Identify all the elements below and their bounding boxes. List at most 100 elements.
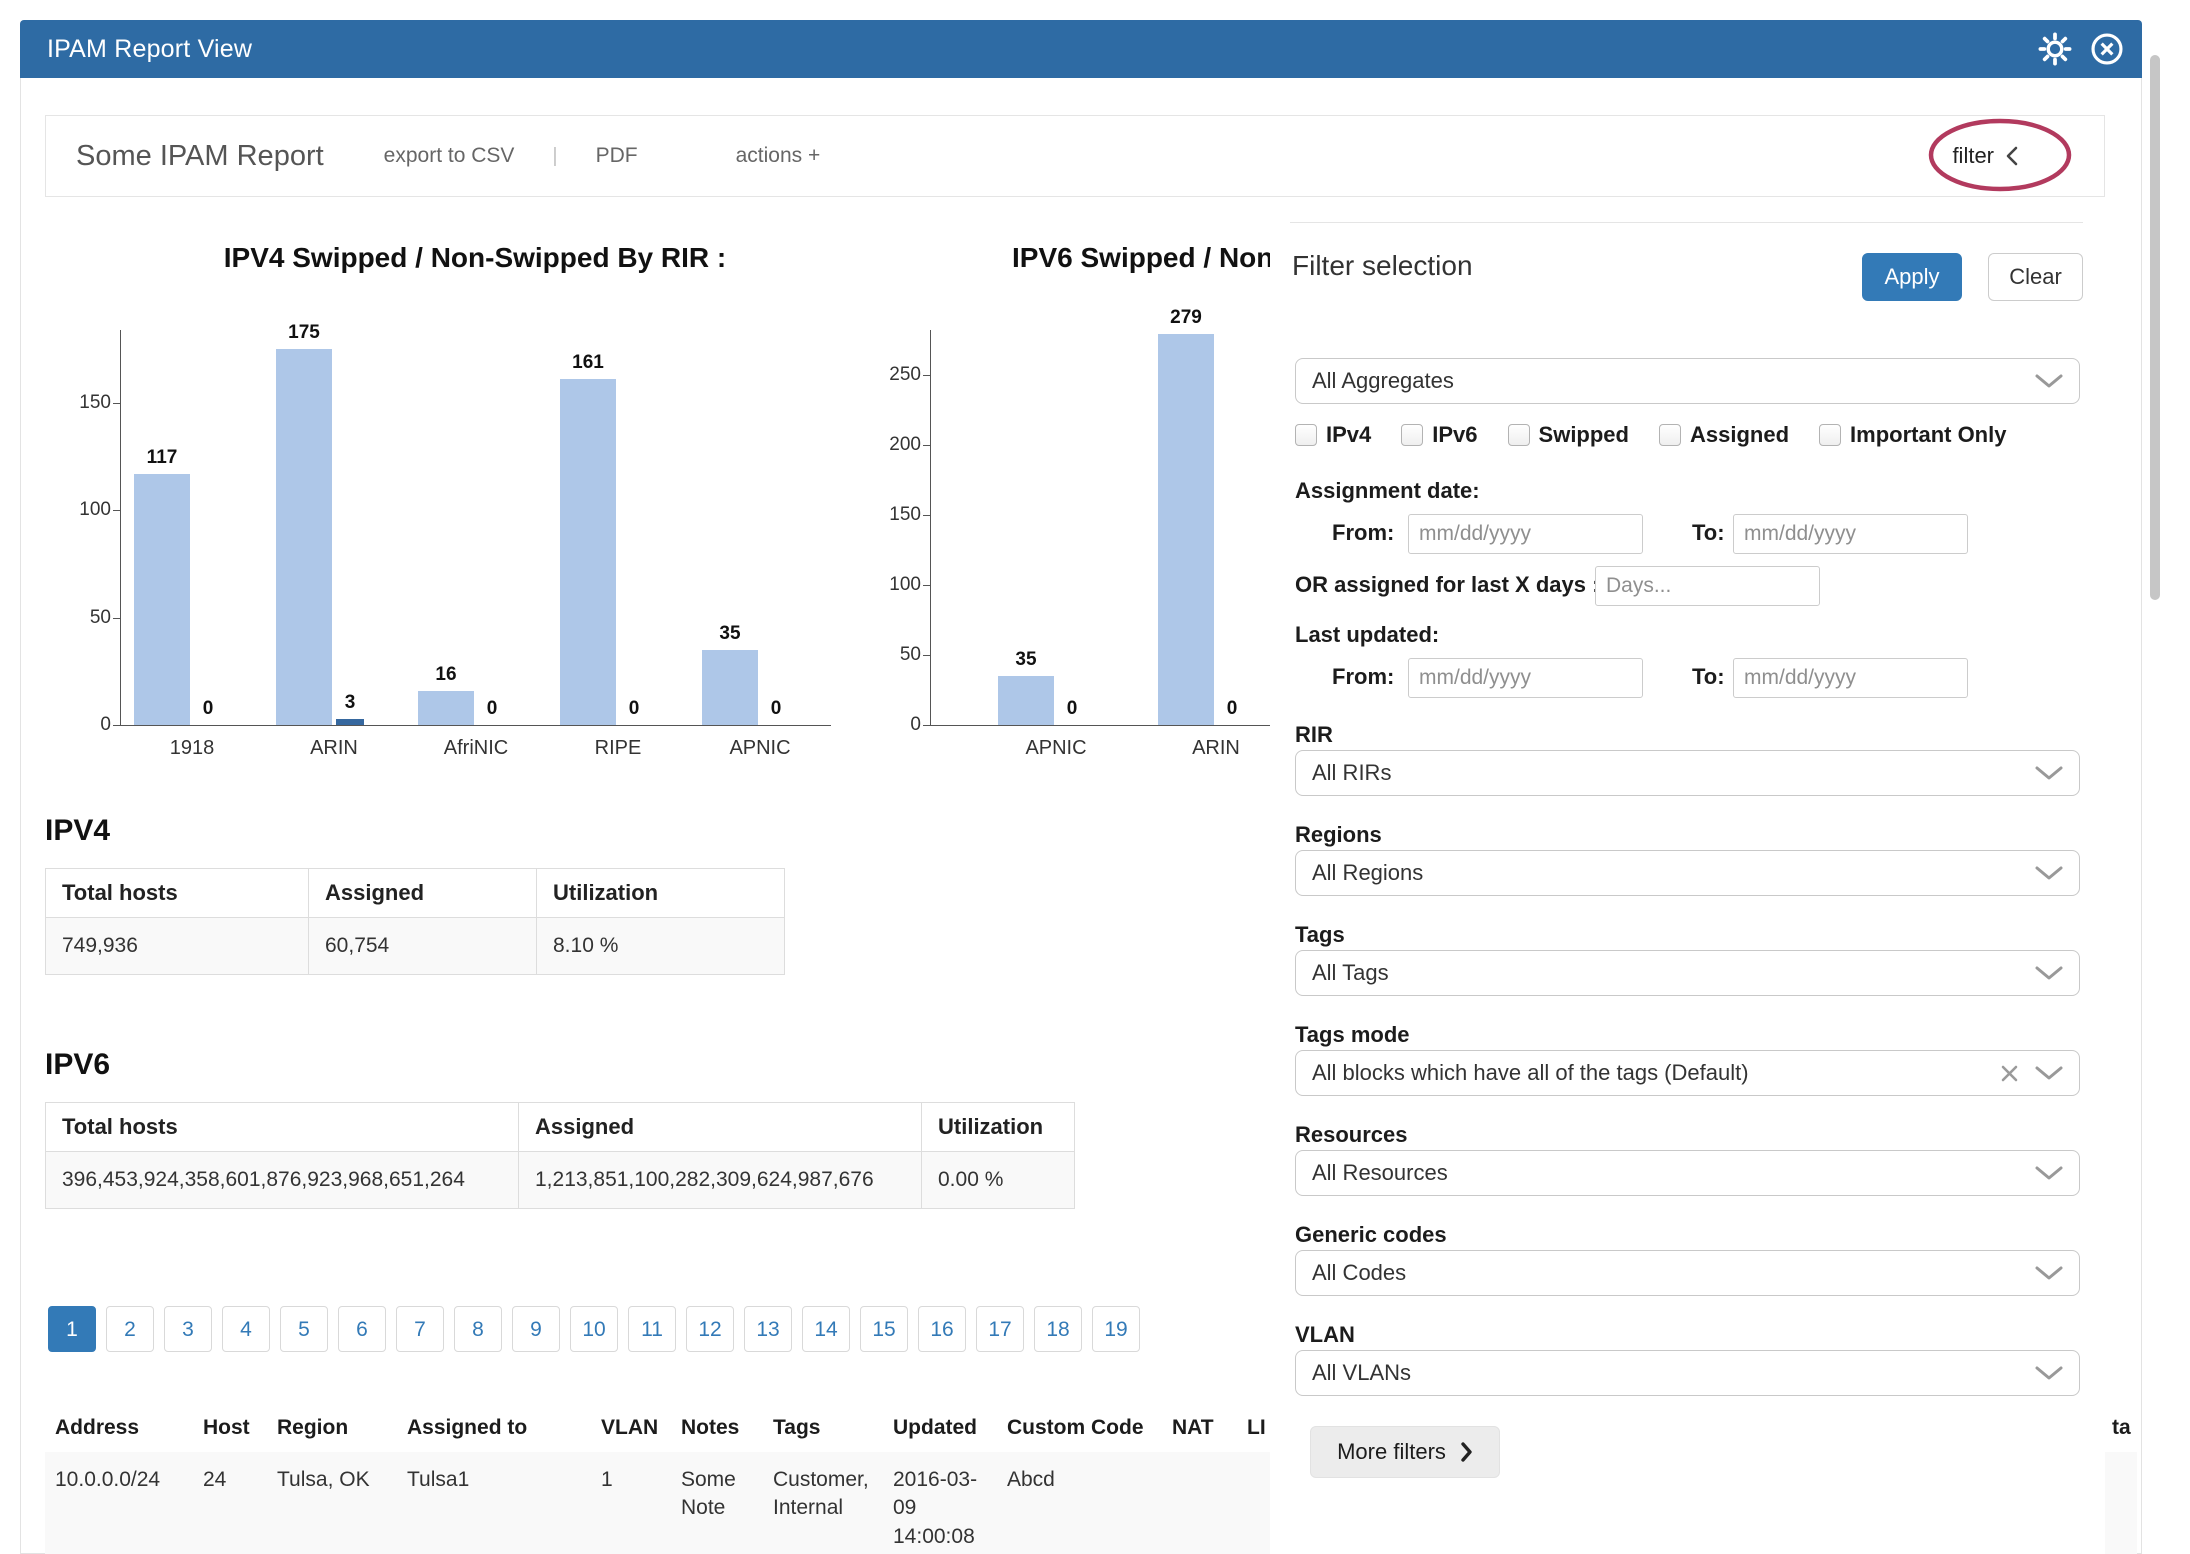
page-17[interactable]: 17 xyxy=(976,1306,1024,1352)
ipv4-chart: IPV4 Swipped / Non-Swipped By RIR :05010… xyxy=(60,238,920,798)
checkbox-ipv4[interactable]: IPv4 xyxy=(1295,422,1371,448)
page-11[interactable]: 11 xyxy=(628,1306,676,1352)
page-5[interactable]: 5 xyxy=(280,1306,328,1352)
more-filters-button[interactable]: More filters xyxy=(1310,1426,1500,1478)
to-label: To: xyxy=(1692,520,1725,546)
titlebar-icons xyxy=(2036,30,2126,68)
page-8[interactable]: 8 xyxy=(454,1306,502,1352)
page-13[interactable]: 13 xyxy=(744,1306,792,1352)
tags-mode-dropdown[interactable]: All blocks which have all of the tags (D… xyxy=(1295,1050,2080,1096)
link-separator: | xyxy=(552,145,557,168)
bar-value-label: 35 xyxy=(996,649,1056,671)
updated-to-input[interactable] xyxy=(1733,658,1968,698)
aggregates-value: All Aggregates xyxy=(1312,368,1454,394)
regions-dropdown[interactable]: All Regions xyxy=(1295,850,2080,896)
record-cell: Tulsa, OK xyxy=(277,1466,399,1494)
page-2[interactable]: 2 xyxy=(106,1306,154,1352)
chart-title: IPV6 Swipped / Non xyxy=(1012,242,1273,274)
filter-selection-heading: Filter selection xyxy=(1292,250,1473,282)
tags-dropdown[interactable]: All Tags xyxy=(1295,950,2080,996)
assignment-to-input[interactable] xyxy=(1733,514,1968,554)
y-axis-tick-label: 100 xyxy=(65,499,111,521)
checkbox-box[interactable] xyxy=(1295,424,1317,446)
page-16[interactable]: 16 xyxy=(918,1306,966,1352)
page-10[interactable]: 10 xyxy=(570,1306,618,1352)
y-axis-tick-label: 200 xyxy=(875,434,921,456)
checkbox-box[interactable] xyxy=(1659,424,1681,446)
checkbox-label: Important Only xyxy=(1850,422,2006,448)
record-cell: Tulsa1 xyxy=(407,1466,591,1494)
page-1[interactable]: 1 xyxy=(48,1306,96,1352)
page-7[interactable]: 7 xyxy=(396,1306,444,1352)
export-csv-link[interactable]: export to CSV xyxy=(384,144,515,168)
column-header-assigned-to: Assigned to xyxy=(407,1414,591,1442)
scrollbar-thumb[interactable] xyxy=(2150,55,2160,600)
page-19[interactable]: 19 xyxy=(1092,1306,1140,1352)
page-3[interactable]: 3 xyxy=(164,1306,212,1352)
y-axis-tick-mark xyxy=(113,403,121,404)
y-axis-tick-mark xyxy=(923,515,931,516)
y-axis-tick-mark xyxy=(923,375,931,376)
tags-label: Tags xyxy=(1295,922,1345,948)
checkbox-assigned[interactable]: Assigned xyxy=(1659,422,1789,448)
checkbox-ipv6[interactable]: IPv6 xyxy=(1401,422,1477,448)
bar-value-label: 3 xyxy=(320,692,380,714)
summary-cell: 0.00 % xyxy=(922,1152,1075,1209)
bar-value-label: 279 xyxy=(1156,307,1216,329)
record-cell: 24 xyxy=(203,1466,267,1494)
pdf-link[interactable]: PDF xyxy=(596,144,638,168)
page-18[interactable]: 18 xyxy=(1034,1306,1082,1352)
actions-menu-button[interactable]: actions + xyxy=(736,144,821,168)
checkbox-box[interactable] xyxy=(1401,424,1423,446)
column-header-nat: NAT xyxy=(1172,1414,1238,1442)
column-header: Assigned xyxy=(519,1103,922,1152)
from-label: From: xyxy=(1332,520,1394,546)
checkbox-important-only[interactable]: Important Only xyxy=(1819,422,2006,448)
page-6[interactable]: 6 xyxy=(338,1306,386,1352)
y-axis-tick-mark xyxy=(923,585,931,586)
checkbox-swipped[interactable]: Swipped xyxy=(1508,422,1629,448)
checkbox-label: IPv6 xyxy=(1432,422,1477,448)
apply-button[interactable]: Apply xyxy=(1862,253,1962,301)
x-axis-category-label: ARIN xyxy=(1146,737,1286,760)
summary-cell: 8.10 % xyxy=(537,918,785,975)
y-axis-tick-label: 150 xyxy=(65,392,111,414)
checkbox-box[interactable] xyxy=(1508,424,1530,446)
aggregates-dropdown[interactable]: All Aggregates xyxy=(1295,358,2080,404)
y-axis-tick-label: 50 xyxy=(875,644,921,666)
y-axis-tick-mark xyxy=(923,445,931,446)
column-header-notes: Notes xyxy=(681,1414,763,1442)
checkbox-box[interactable] xyxy=(1819,424,1841,446)
clear-selection-icon[interactable] xyxy=(2000,1064,2019,1083)
chart-plot: 050100150117019181753ARIN160AfriNIC1610R… xyxy=(120,330,831,726)
tags-mode-label: Tags mode xyxy=(1295,1022,1410,1048)
close-icon[interactable] xyxy=(2088,30,2126,68)
tags-mode-value: All blocks which have all of the tags (D… xyxy=(1312,1060,1749,1086)
filter-annotation-ellipse xyxy=(1925,115,2075,195)
vlan-dropdown[interactable]: All VLANs xyxy=(1295,1350,2080,1396)
assignment-from-input[interactable] xyxy=(1408,514,1643,554)
clear-button[interactable]: Clear xyxy=(1988,253,2083,301)
page-9[interactable]: 9 xyxy=(512,1306,560,1352)
page-15[interactable]: 15 xyxy=(860,1306,908,1352)
bar-swipped xyxy=(560,379,616,725)
bar-non-swipped xyxy=(336,719,364,725)
y-axis-tick-mark xyxy=(923,725,931,726)
more-filters-label: More filters xyxy=(1337,1439,1446,1465)
resources-label: Resources xyxy=(1295,1122,1408,1148)
bar-swipped xyxy=(276,349,332,725)
report-header: Some IPAM Report export to CSV | PDF act… xyxy=(45,115,2105,197)
resources-dropdown[interactable]: All Resources xyxy=(1295,1150,2080,1196)
settings-gear-icon[interactable] xyxy=(2036,30,2074,68)
record-cell: Abcd xyxy=(1007,1466,1163,1494)
rir-dropdown[interactable]: All RIRs xyxy=(1295,750,2080,796)
page-14[interactable]: 14 xyxy=(802,1306,850,1352)
generic-codes-dropdown[interactable]: All Codes xyxy=(1295,1250,2080,1296)
report-title: Some IPAM Report xyxy=(76,140,324,173)
panel-divider xyxy=(1290,222,2083,223)
days-input[interactable] xyxy=(1595,566,1820,606)
page-12[interactable]: 12 xyxy=(686,1306,734,1352)
bar-value-label: 0 xyxy=(604,698,664,720)
page-4[interactable]: 4 xyxy=(222,1306,270,1352)
updated-from-input[interactable] xyxy=(1408,658,1643,698)
